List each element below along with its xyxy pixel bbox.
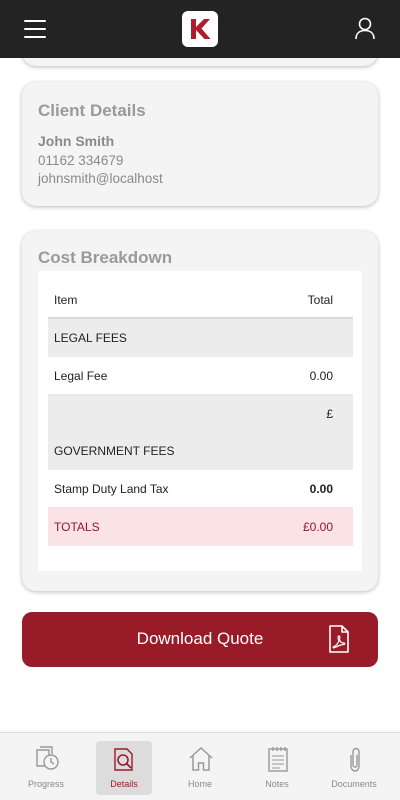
hamburger-menu-icon[interactable] — [24, 20, 46, 38]
bottom-nav: Progress Details Home Notes Documents — [0, 732, 400, 800]
download-quote-label: Download Quote — [136, 629, 264, 648]
nav-label-progress: Progress — [27, 779, 64, 789]
table-header-row: Item Total — [48, 281, 353, 319]
client-details-card: Client Details John Smith 01162 334679 j… — [22, 82, 378, 206]
cost-breakdown-card: Cost Breakdown Item Total LEGAL FEES Leg… — [22, 231, 378, 591]
totals-label: TOTALS — [54, 520, 100, 534]
totals-value: £0.00 — [302, 520, 333, 534]
legal-fee-value: 0.00 — [309, 369, 333, 383]
client-phone: 01162 334679 — [38, 153, 124, 168]
legal-fees-section-row: LEGAL FEES — [48, 319, 353, 357]
top-bar — [0, 0, 400, 58]
nav-item-notes[interactable]: Notes — [249, 741, 305, 795]
client-details-title: Client Details — [38, 101, 146, 120]
total-column-header: Total — [307, 293, 333, 307]
legal-subtotal-row: £ — [48, 395, 353, 433]
nav-item-details[interactable]: Details — [96, 741, 152, 795]
table-row: Stamp Duty Land Tax 0.00 — [48, 470, 353, 508]
cost-table: Item Total LEGAL FEES Legal Fee 0.00 £ G… — [38, 271, 362, 571]
client-name: John Smith — [38, 133, 115, 149]
totals-row: TOTALS £0.00 — [48, 508, 353, 546]
legal-fee-label: Legal Fee — [54, 369, 108, 383]
cost-breakdown-title: Cost Breakdown — [38, 248, 173, 267]
nav-label-notes: Notes — [265, 779, 289, 789]
paperclip-icon — [350, 747, 360, 772]
nav-label-details: Details — [110, 779, 138, 789]
nav-item-documents[interactable]: Documents — [326, 741, 382, 795]
home-icon — [189, 746, 213, 771]
nav-label-documents: Documents — [331, 779, 377, 789]
government-fees-section-label: GOVERNMENT FEES — [54, 444, 175, 458]
nav-item-home[interactable]: Home — [172, 741, 228, 795]
legal-subtotal-value: £ — [326, 407, 333, 421]
table-row: Legal Fee 0.00 — [48, 357, 353, 395]
details-search-icon — [114, 748, 133, 771]
item-column-header: Item — [54, 293, 78, 307]
download-quote-button[interactable]: Download Quote — [22, 612, 378, 667]
previous-card — [22, 58, 378, 66]
stamp-duty-label: Stamp Duty Land Tax — [54, 482, 169, 496]
user-profile-icon[interactable] — [354, 17, 376, 41]
government-fees-section-row: GOVERNMENT FEES — [48, 432, 353, 470]
legal-fees-section-label: LEGAL FEES — [54, 331, 127, 345]
nav-item-progress[interactable]: Progress — [18, 741, 74, 795]
notes-icon — [268, 747, 288, 772]
k-logo-icon[interactable] — [182, 11, 218, 47]
nav-label-home: Home — [187, 779, 212, 789]
pdf-file-icon — [328, 625, 350, 653]
progress-clock-icon — [36, 746, 59, 770]
stamp-duty-value: 0.00 — [309, 482, 333, 496]
client-email: johnsmith@localhost — [38, 171, 163, 186]
scroll-content[interactable]: Client Details John Smith 01162 334679 j… — [0, 58, 400, 732]
